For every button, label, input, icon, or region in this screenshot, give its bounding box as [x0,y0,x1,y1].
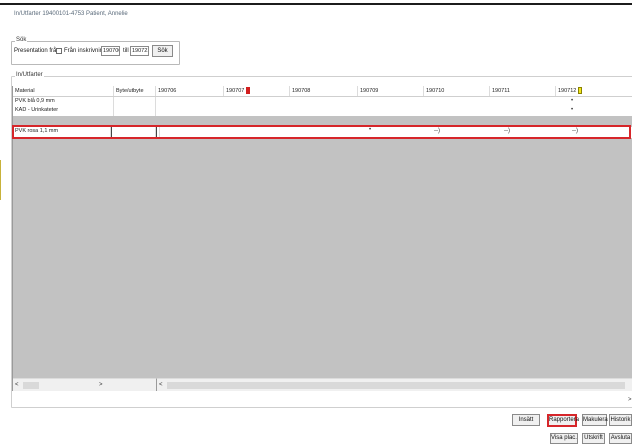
scroll-right-arrow[interactable]: > [99,382,103,388]
search-group-label: Sök [15,37,28,43]
from-date-field[interactable]: 190706 [101,46,120,56]
col-header-190709[interactable]: 190709 [358,86,424,96]
selected-row-highlight [12,125,631,139]
left-horizontal-scrollbar[interactable]: < > [13,378,156,391]
from-admission-checkbox[interactable] [56,48,62,54]
search-button[interactable]: Sök [152,45,173,57]
col-label-190707: 190707 [226,88,245,94]
yellow-flag-icon [578,87,583,95]
row-material: PVK blå 0,9 mm [13,97,114,106]
window-top-border [0,3,632,5]
row-mark: • [571,98,574,104]
historik-button[interactable]: Historik [609,414,632,426]
to-label: till [123,48,129,54]
row-material: KAD - Urinkateter [13,106,114,116]
window-title: In/Utfarter 19400101-4753 Patient, Annel… [14,11,128,17]
scroll-left-arrow[interactable]: < [159,382,163,388]
table-row[interactable]: KAD - Urinkateter • [13,106,632,116]
presentation-label: Presentation från [14,48,60,54]
row-mark: • [571,107,574,113]
col-label-190712: 190712 [558,88,577,94]
row-byte-cell [114,106,156,116]
visa-plac-button[interactable]: Visa plac. [550,433,578,444]
col-header-byte[interactable]: Byte/utbyte [114,86,156,96]
insatt-button[interactable]: Insätt [512,414,540,426]
row-byte-cell [114,97,156,106]
to-date-field[interactable]: 190721 [130,46,149,56]
scroll-thumb[interactable] [167,382,625,389]
scroll-thumb[interactable] [23,382,39,389]
rapportera-button[interactable]: Rapportera [547,414,579,427]
makulera-button[interactable]: Makulera [582,414,608,426]
utskrift-button[interactable]: Utskrift [582,433,605,444]
table-row[interactable]: PVK blå 0,9 mm • [13,97,632,106]
red-flag-icon [246,87,251,95]
inutfarter-group-label: In/Utfarter [15,72,44,78]
right-horizontal-scrollbar[interactable]: < [156,378,632,391]
col-header-190710[interactable]: 190710 [424,86,490,96]
col-header-190711[interactable]: 190711 [490,86,556,96]
scroll-left-arrow[interactable]: < [15,382,19,388]
col-header-190712[interactable]: 190712 [556,86,632,96]
left-edge-accent [0,160,1,200]
from-admission-label: Från inskrivning [64,48,107,54]
far-right-scroll-arrow[interactable]: > [628,397,632,403]
col-header-190706[interactable]: 190706 [156,86,224,96]
col-header-190707[interactable]: 190707 [224,86,290,96]
grid-header-row: Material Byte/utbyte 190706 190707 19070… [13,86,632,97]
avsluta-button[interactable]: Avsluta [609,433,632,444]
col-header-190708[interactable]: 190708 [290,86,358,96]
col-header-material[interactable]: Material [13,86,114,96]
